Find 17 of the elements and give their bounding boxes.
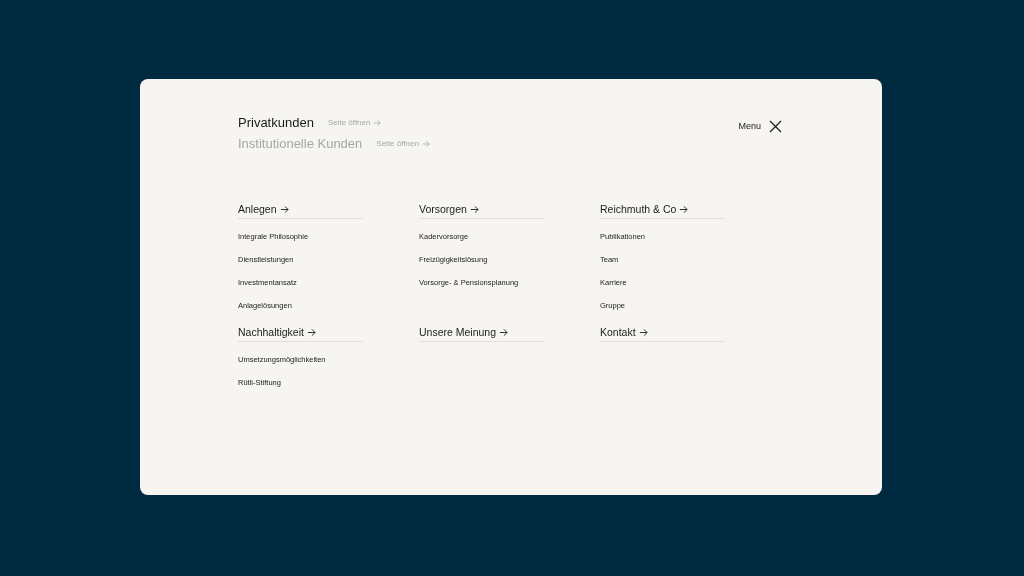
arrow-icon [373, 118, 382, 127]
close-icon [769, 119, 782, 133]
section-heading-link[interactable]: Unsere Meinung [419, 326, 544, 342]
arrow-icon [499, 327, 509, 337]
section-heading-link[interactable]: Vorsorgen [419, 203, 544, 219]
arrow-icon [279, 204, 289, 214]
section-heading-link[interactable]: Nachhaltigkeit [238, 326, 363, 342]
arrow-icon [638, 327, 648, 337]
section-heading-link[interactable]: Kontakt [600, 326, 725, 342]
menu-close-button[interactable]: Menu [738, 117, 782, 135]
section-heading-link[interactable]: Anlegen [238, 203, 363, 219]
arrow-icon [469, 204, 479, 214]
arrow-icon [421, 139, 430, 148]
arrow-icon [679, 204, 689, 214]
arrow-icon [306, 327, 316, 337]
section-heading-link[interactable]: Reichmuth & Co [600, 203, 725, 219]
audience-tab[interactable]: Privatkunden [238, 115, 314, 130]
